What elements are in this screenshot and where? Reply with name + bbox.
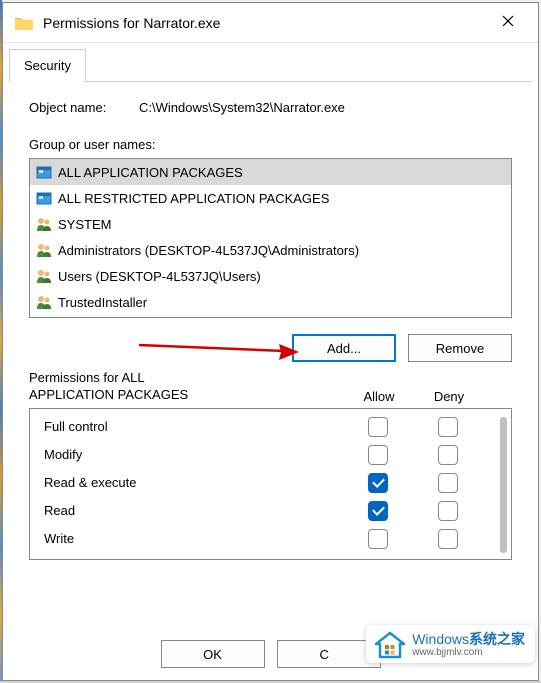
permission-row: Read <box>30 497 511 525</box>
permissions-list: Full control Modify Read & execute Read Writ… <box>30 409 511 557</box>
folder-icon <box>15 16 33 30</box>
permission-name: Read & execute <box>44 475 343 490</box>
titlebar: Permissions for Narrator.exe <box>3 3 538 43</box>
users-icon <box>34 240 54 260</box>
principal-name: ALL RESTRICTED APPLICATION PACKAGES <box>58 191 329 206</box>
deny-checkbox[interactable] <box>438 473 458 493</box>
close-icon <box>502 15 514 31</box>
allow-checkbox[interactable] <box>368 445 388 465</box>
list-item[interactable]: SYSTEM <box>30 211 511 237</box>
close-button[interactable] <box>486 8 530 38</box>
cancel-button[interactable]: C <box>277 640 381 668</box>
principal-name: TrustedInstaller <box>58 295 147 310</box>
watermark-badge: Windows系统之家 www.bjjmlv.com <box>366 625 535 663</box>
principal-name: Administrators (DESKTOP-4L537JQ\Administ… <box>58 243 359 258</box>
window-title: Permissions for Narrator.exe <box>43 15 486 31</box>
watermark-text: Windows系统之家 www.bjjmlv.com <box>412 632 525 658</box>
users-icon <box>34 214 54 234</box>
permission-row: Full control <box>30 413 511 441</box>
add-remove-row: Add... Remove <box>29 334 512 362</box>
permission-row: Read & execute <box>30 469 511 497</box>
group-user-names-label: Group or user names: <box>29 137 512 152</box>
list-item[interactable]: Administrators (DESKTOP-4L537JQ\Administ… <box>30 237 511 263</box>
principal-name: ALL APPLICATION PACKAGES <box>58 165 243 180</box>
permission-name: Write <box>44 531 343 546</box>
object-name-label: Object name: <box>29 100 139 115</box>
deny-column-header: Deny <box>414 389 484 406</box>
remove-button[interactable]: Remove <box>408 334 512 362</box>
principal-name: Users (DESKTOP-4L537JQ\Users) <box>58 269 261 284</box>
permissions-header: Permissions for ALL APPLICATION PACKAGES… <box>29 370 512 406</box>
watermark-brand: Windows系统之家 <box>412 632 525 647</box>
tab-security[interactable]: Security <box>9 49 86 82</box>
scrollbar[interactable] <box>500 417 507 553</box>
package-icon <box>34 162 54 182</box>
permission-name: Modify <box>44 447 343 462</box>
dialog-content: Security Object name: C:\Windows\System3… <box>3 43 538 570</box>
permissions-section: Permissions for ALL APPLICATION PACKAGES… <box>29 370 512 560</box>
principal-name: SYSTEM <box>58 217 111 232</box>
house-logo-icon <box>374 631 406 659</box>
add-button[interactable]: Add... <box>292 334 396 362</box>
principals-list[interactable]: ALL APPLICATION PACKAGES ALL RESTRICTED A… <box>29 158 512 318</box>
deny-checkbox[interactable] <box>438 445 458 465</box>
allow-checkbox[interactable] <box>368 529 388 549</box>
list-item[interactable]: TrustedInstaller <box>30 289 511 315</box>
permissions-dialog: Permissions for Narrator.exe Security Ob… <box>2 2 539 681</box>
allow-checkbox[interactable] <box>368 501 388 521</box>
allow-column-header: Allow <box>344 389 414 406</box>
deny-checkbox[interactable] <box>438 417 458 437</box>
tab-strip: Security <box>9 49 532 82</box>
object-name-row: Object name: C:\Windows\System32\Narrato… <box>29 100 512 115</box>
permission-row: Write <box>30 525 511 553</box>
ok-button[interactable]: OK <box>161 640 265 668</box>
list-item[interactable]: ALL RESTRICTED APPLICATION PACKAGES <box>30 185 511 211</box>
deny-checkbox[interactable] <box>438 501 458 521</box>
permissions-title: Permissions for ALL APPLICATION PACKAGES <box>29 370 344 404</box>
users-icon <box>34 292 54 312</box>
permission-name: Read <box>44 503 343 518</box>
permissions-list-container: Full control Modify Read & execute Read Writ… <box>29 408 512 560</box>
annotation-arrow-icon <box>139 340 299 360</box>
package-icon <box>34 188 54 208</box>
permission-name: Full control <box>44 419 343 434</box>
allow-checkbox[interactable] <box>368 473 388 493</box>
deny-checkbox[interactable] <box>438 529 458 549</box>
allow-checkbox[interactable] <box>368 417 388 437</box>
permission-row: Modify <box>30 441 511 469</box>
list-item[interactable]: Users (DESKTOP-4L537JQ\Users) <box>30 263 511 289</box>
permissions-title-line2: APPLICATION PACKAGES <box>29 387 188 402</box>
watermark-url: www.bjjmlv.com <box>412 647 525 658</box>
list-item[interactable]: ALL APPLICATION PACKAGES <box>30 159 511 185</box>
tab-body: Object name: C:\Windows\System32\Narrato… <box>9 82 532 570</box>
object-name-value: C:\Windows\System32\Narrator.exe <box>139 100 512 115</box>
permissions-title-line1: Permissions for ALL <box>29 370 145 385</box>
users-icon <box>34 266 54 286</box>
